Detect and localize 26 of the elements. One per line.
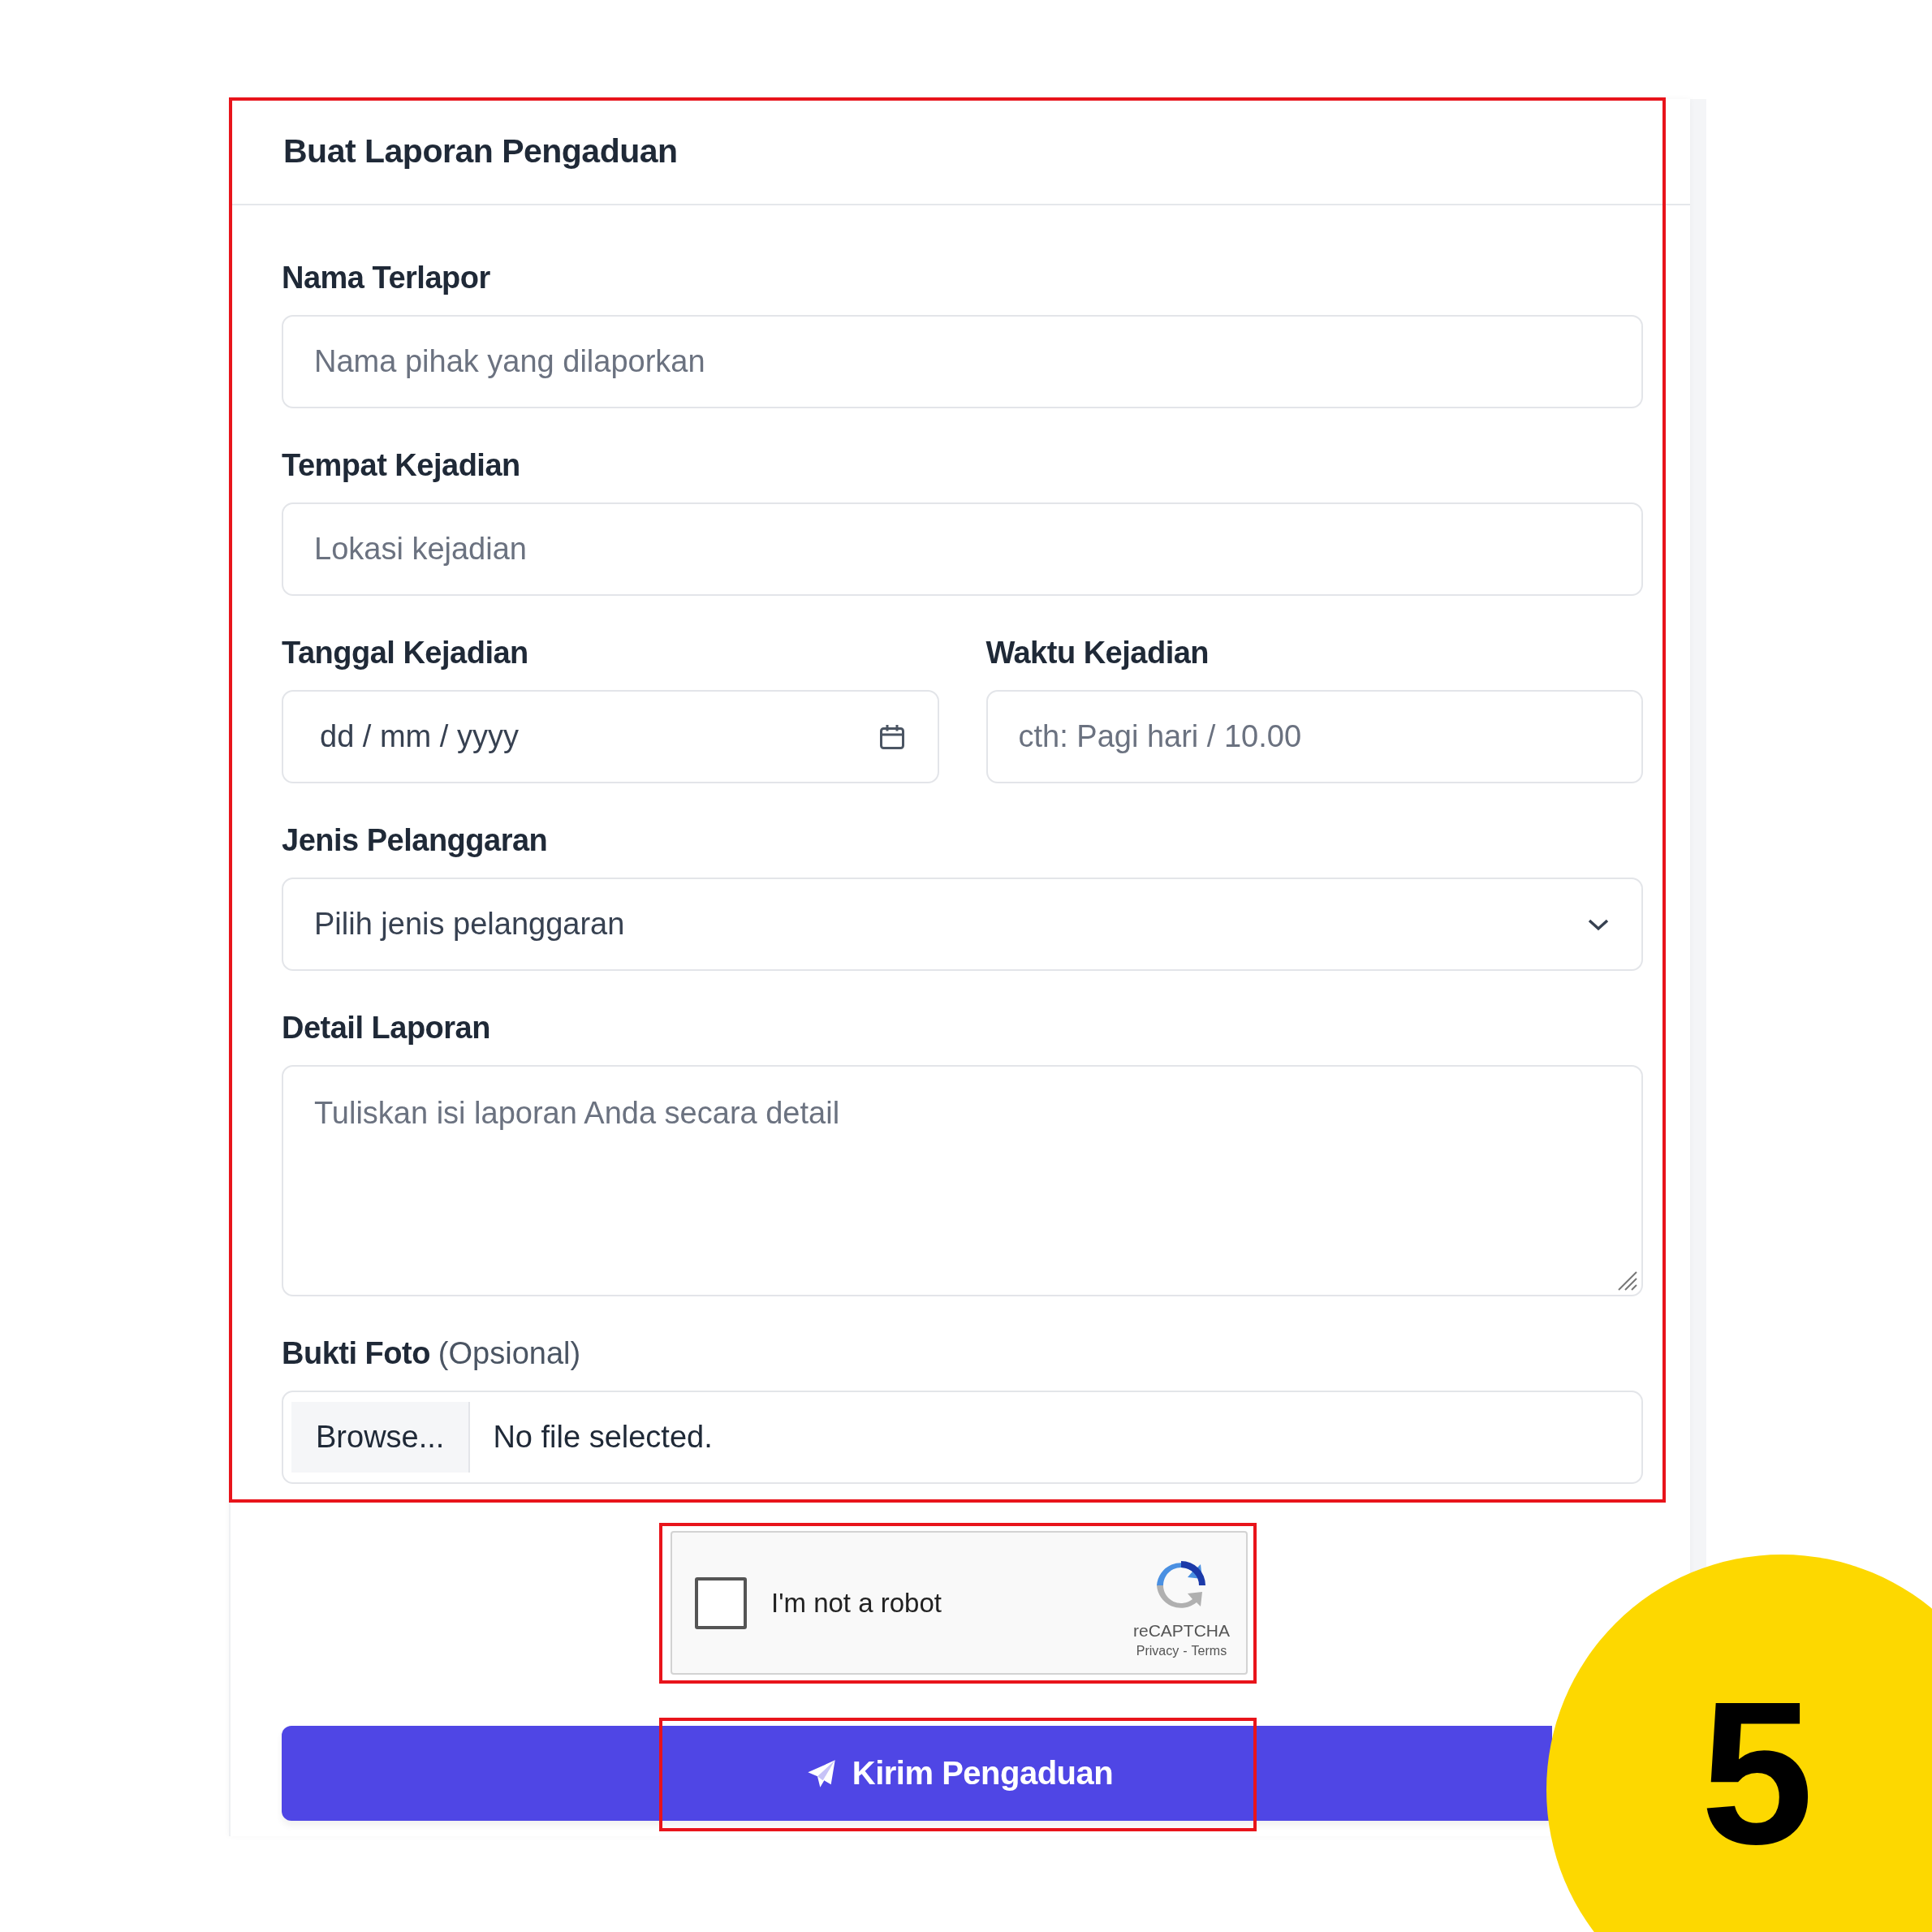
submit-button[interactable]: Kirim Pengaduan bbox=[282, 1726, 1552, 1821]
date-field[interactable]: dd / mm / yyyy bbox=[282, 690, 939, 783]
step-number: 5 bbox=[1701, 1672, 1814, 1875]
input-field[interactable]: Lokasi kejadian bbox=[282, 502, 1643, 596]
field-note: (Opsional) bbox=[438, 1335, 581, 1372]
field-label: Bukti Foto bbox=[282, 1335, 430, 1372]
link-separator: - bbox=[1183, 1643, 1188, 1658]
input-field[interactable]: Nama pihak yang dilaporkan bbox=[282, 315, 1643, 408]
form-title: Buat Laporan Pengaduan bbox=[283, 132, 678, 170]
captcha-brand: reCAPTCHA bbox=[1132, 1620, 1230, 1641]
captcha-label: I'm not a robot bbox=[771, 1587, 942, 1619]
field-label: Nama Terlapor bbox=[282, 260, 491, 296]
field-label: Detail Laporan bbox=[282, 1010, 491, 1046]
file-status: No file selected. bbox=[493, 1420, 713, 1455]
terms-link[interactable]: Terms bbox=[1191, 1643, 1227, 1658]
captcha-checkbox[interactable] bbox=[695, 1576, 747, 1629]
browse-button[interactable]: Browse... bbox=[291, 1402, 471, 1473]
textarea-field[interactable]: Tuliskan isi laporan Anda secara detail bbox=[282, 1065, 1643, 1296]
privacy-link[interactable]: Privacy bbox=[1136, 1643, 1179, 1658]
select-field[interactable]: Pilih jenis pelanggaran bbox=[282, 878, 1643, 971]
field-label: Tanggal Kejadian bbox=[282, 635, 529, 671]
field-label: Tempat Kejadian bbox=[282, 447, 521, 484]
field-label: Waktu Kejadian bbox=[985, 635, 1210, 671]
file-field[interactable]: Browse... No file selected. bbox=[282, 1391, 1643, 1484]
field-label: Jenis Pelanggaran bbox=[282, 822, 549, 859]
input-field[interactable]: cth: Pagi hari / 10.00 bbox=[985, 690, 1643, 783]
